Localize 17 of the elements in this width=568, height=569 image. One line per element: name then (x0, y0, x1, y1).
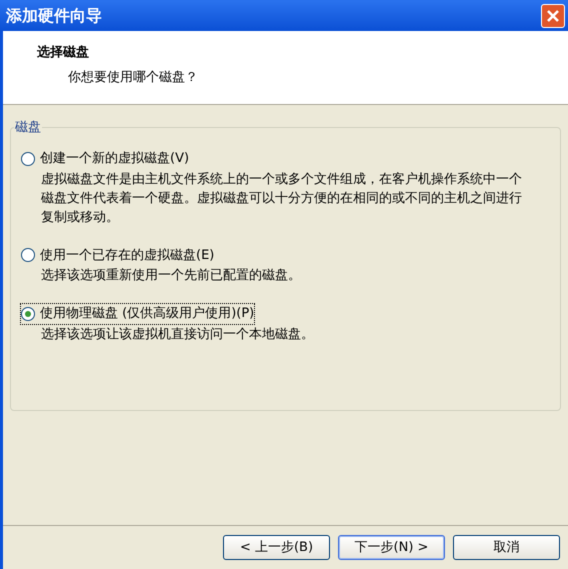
option-description: 选择该选项重新使用一个先前已配置的磁盘。 (40, 267, 302, 285)
radio-button[interactable] (21, 248, 35, 262)
radio-button[interactable] (21, 152, 35, 166)
close-button[interactable] (541, 4, 565, 28)
header-subtitle: 你想要使用哪个磁盘？ (67, 68, 199, 86)
option-description: 虚拟磁盘文件是由主机文件系统上的一个或多个文件组成，在客户机操作系统中一个磁盘文件代表着一个硬盘。虚拟磁盘可以十分方便的在相同的或不同的主机之间进行复制或移动。 (40, 170, 523, 226)
option-description: 选择该选项让该虚拟机直接访问一个本地磁盘。 (40, 326, 315, 344)
wizard-button[interactable]: 取消 (453, 535, 560, 560)
window-title: 添加硬件向导 (6, 4, 102, 26)
radio-option[interactable]: 使用一个已存在的虚拟磁盘(E) (20, 244, 216, 266)
radio-button[interactable] (21, 306, 35, 321)
radio-option[interactable]: 创建一个新的虚拟磁盘(V) (20, 148, 190, 170)
wizard-button[interactable]: 下一步(N) > (338, 535, 445, 560)
radio-option[interactable]: 使用物理磁盘 (仅供高级用户使用)(P) (20, 303, 256, 324)
close-icon (546, 8, 560, 22)
header-title: 选择磁盘 (37, 44, 90, 62)
wizard-button[interactable]: < 上一步(B) (223, 535, 330, 560)
